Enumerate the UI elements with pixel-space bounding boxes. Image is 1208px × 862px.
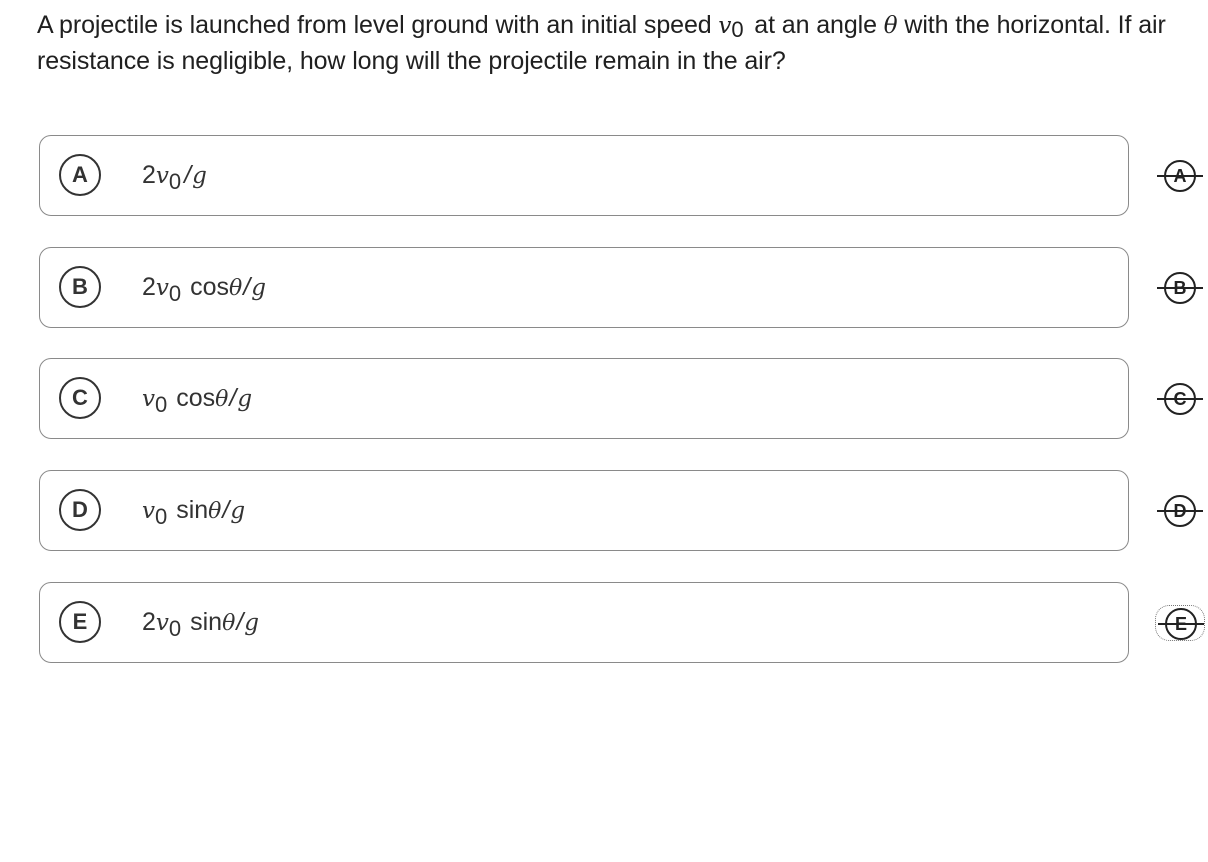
v-symbol: v xyxy=(155,275,169,301)
v-subscript: 0 xyxy=(155,392,168,417)
divide-slash: / xyxy=(222,496,230,524)
theta-symbol: θ xyxy=(208,499,222,524)
strike-line xyxy=(1157,510,1203,512)
choice-a[interactable]: A 2v0/g xyxy=(39,135,1129,216)
choice-c-letter-badge: C xyxy=(59,377,101,419)
question-theta-symbol: θ xyxy=(883,13,898,39)
choice-e-letter-badge: E xyxy=(59,601,101,643)
question-part-2: at an angle xyxy=(747,11,884,39)
divide-slash: / xyxy=(236,608,244,636)
strikethrough-button-d[interactable]: D xyxy=(1157,494,1203,528)
trig-function: cos xyxy=(169,384,216,412)
strike-line xyxy=(1157,175,1203,177)
strikethrough-button-c[interactable]: C xyxy=(1157,382,1203,416)
choice-e-answer: 2v0 sinθ/g xyxy=(142,603,259,643)
divide-slash: / xyxy=(243,273,251,301)
g-symbol: g xyxy=(251,275,266,301)
coefficient: 2 xyxy=(142,273,156,301)
trig-function: sin xyxy=(169,496,209,524)
g-symbol: g xyxy=(244,610,259,636)
choice-b[interactable]: B 2v0 cosθ/g xyxy=(39,247,1129,328)
theta-symbol: θ xyxy=(215,387,229,412)
coefficient: 2 xyxy=(142,161,156,189)
choice-d-answer: v0 sinθ/g xyxy=(142,491,245,531)
strike-line xyxy=(1157,398,1203,400)
choice-b-letter-badge: B xyxy=(59,266,101,308)
divide-slash: / xyxy=(184,161,192,189)
v-symbol: v xyxy=(155,163,169,189)
question-v-symbol: v xyxy=(718,13,732,39)
v-symbol: v xyxy=(155,610,169,636)
choice-d-letter-badge: D xyxy=(59,489,101,531)
g-symbol: g xyxy=(230,498,246,524)
choice-b-answer: 2v0 cosθ/g xyxy=(142,268,266,308)
choice-c[interactable]: C v0 cosθ/g xyxy=(39,358,1129,439)
v-subscript: 0 xyxy=(168,281,182,306)
theta-symbol: θ xyxy=(222,611,236,636)
strikethrough-button-a[interactable]: A xyxy=(1157,159,1203,193)
g-symbol: g xyxy=(237,386,253,412)
choice-e[interactable]: E 2v0 sinθ/g xyxy=(39,582,1129,663)
strike-line xyxy=(1157,287,1203,289)
choice-a-letter-badge: A xyxy=(59,154,101,196)
strike-line xyxy=(1158,623,1204,625)
strikethrough-button-e[interactable]: E xyxy=(1155,605,1205,641)
divide-slash: / xyxy=(229,384,237,412)
strikethrough-button-b[interactable]: B xyxy=(1157,271,1203,305)
question-v-subscript: 0 xyxy=(731,17,744,42)
coefficient: 2 xyxy=(142,608,156,636)
question-part-1: A projectile is launched from level grou… xyxy=(37,11,719,39)
v-symbol: v xyxy=(142,386,155,412)
g-symbol: g xyxy=(192,163,207,189)
v-subscript: 0 xyxy=(155,504,168,529)
trig-function: cos xyxy=(183,273,230,301)
choice-c-answer: v0 cosθ/g xyxy=(142,379,252,419)
trig-function: sin xyxy=(183,608,223,636)
v-subscript: 0 xyxy=(168,616,182,641)
theta-symbol: θ xyxy=(229,276,243,301)
v-symbol: v xyxy=(142,498,155,524)
v-subscript: 0 xyxy=(168,169,182,194)
choice-a-answer: 2v0/g xyxy=(142,156,207,196)
question-text: A projectile is launched from level grou… xyxy=(37,8,1197,79)
choice-d[interactable]: D v0 sinθ/g xyxy=(39,470,1129,551)
